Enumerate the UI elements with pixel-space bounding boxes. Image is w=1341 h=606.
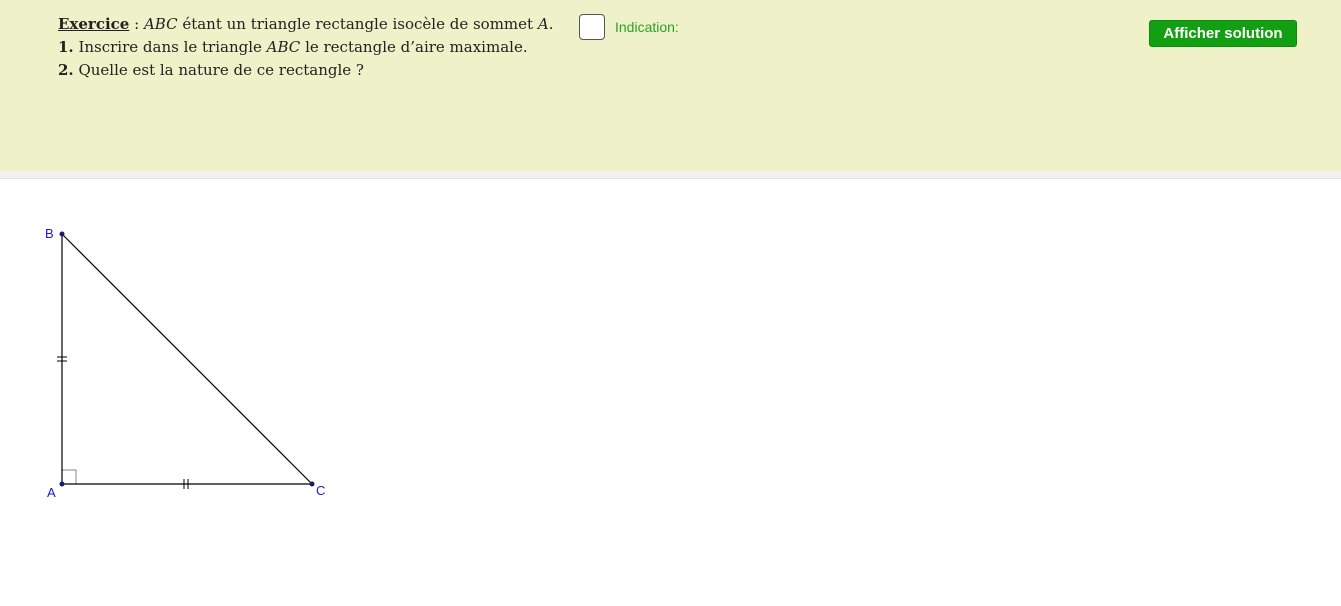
segment-bc[interactable] <box>61 233 313 485</box>
geogebra-app: Exercice : ABC étant un triangle rectang… <box>0 0 1341 606</box>
point-c-label: C <box>316 483 325 498</box>
right-angle-marker <box>61 469 77 485</box>
point-a-label: A <box>47 485 56 500</box>
point-b-label: B <box>45 226 54 241</box>
geometry-canvas[interactable]: B A C <box>0 0 1341 606</box>
point-c[interactable] <box>309 481 315 487</box>
point-a[interactable] <box>59 481 65 487</box>
point-b[interactable] <box>59 231 65 237</box>
